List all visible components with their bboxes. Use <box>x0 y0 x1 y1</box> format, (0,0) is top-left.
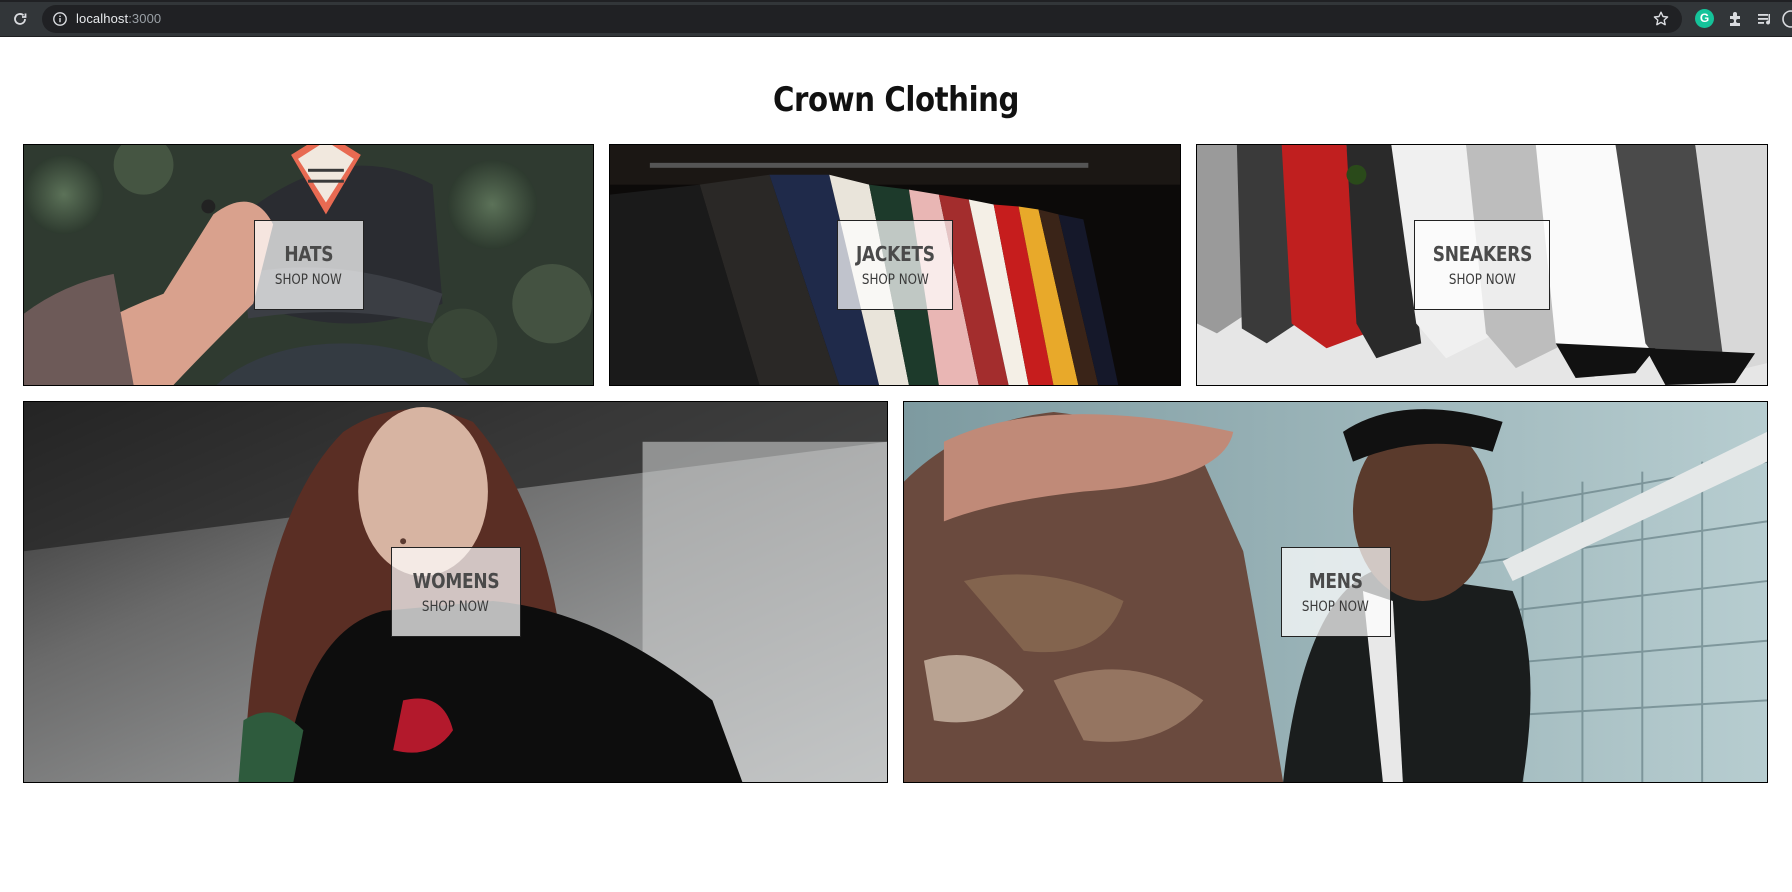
tab-strip <box>0 0 1792 2</box>
browser-toolbar: localhost:3000 G <box>0 0 1792 37</box>
reload-button[interactable] <box>9 8 31 30</box>
mens-title: MENS <box>1308 569 1363 593</box>
sneakers-title: SNEAKERS <box>1432 242 1532 266</box>
url-text[interactable]: localhost:3000 <box>76 11 161 26</box>
hats-shop-now[interactable]: SHOP NOW <box>275 272 342 288</box>
womens-shop-now[interactable]: SHOP NOW <box>422 599 489 615</box>
puzzle-icon[interactable] <box>1726 9 1746 29</box>
category-tile-mens[interactable]: MENS SHOP NOW <box>903 401 1768 783</box>
sneakers-content-box[interactable]: SNEAKERS SHOP NOW <box>1414 220 1550 310</box>
category-tile-sneakers[interactable]: SNEAKERS SHOP NOW <box>1196 144 1768 386</box>
sneakers-shop-now[interactable]: SHOP NOW <box>1449 272 1516 288</box>
womens-content-box[interactable]: WOMENS SHOP NOW <box>390 547 521 637</box>
womens-title: WOMENS <box>412 569 499 593</box>
media-control-icon[interactable] <box>1755 9 1775 29</box>
url-port: :3000 <box>128 11 162 26</box>
jackets-content-box[interactable]: JACKETS SHOP NOW <box>837 220 953 310</box>
profile-avatar-icon[interactable] <box>1781 9 1792 29</box>
bookmark-star-icon[interactable] <box>1652 10 1670 28</box>
address-bar[interactable]: localhost:3000 <box>42 5 1682 33</box>
category-tile-womens[interactable]: WOMENS SHOP NOW <box>23 401 888 783</box>
jackets-shop-now[interactable]: SHOP NOW <box>862 272 929 288</box>
mens-content-box[interactable]: MENS SHOP NOW <box>1280 547 1391 637</box>
hats-title: HATS <box>284 242 333 266</box>
grammarly-icon[interactable]: G <box>1695 9 1714 28</box>
jackets-title: JACKETS <box>855 242 935 266</box>
hats-content-box[interactable]: HATS SHOP NOW <box>253 220 364 310</box>
site-info-icon[interactable] <box>52 11 68 27</box>
reload-icon <box>14 13 27 25</box>
category-tile-hats[interactable]: HATS SHOP NOW <box>23 144 594 386</box>
url-host: localhost <box>76 11 129 26</box>
category-tile-jackets[interactable]: JACKETS SHOP NOW <box>609 144 1181 386</box>
page-title: Crown Clothing <box>772 80 1020 120</box>
mens-shop-now[interactable]: SHOP NOW <box>1302 599 1369 615</box>
